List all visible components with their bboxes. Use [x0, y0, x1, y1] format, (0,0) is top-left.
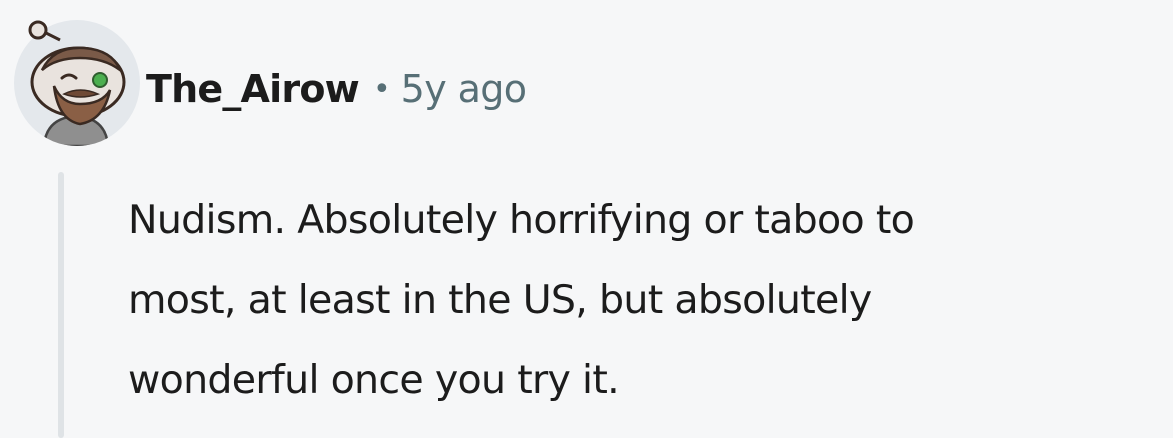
comment-thread-line[interactable] — [58, 172, 64, 438]
meta-separator: • — [372, 71, 391, 107]
snoo-avatar-icon — [14, 20, 140, 146]
comment-timestamp[interactable]: 5y ago — [401, 67, 527, 111]
comment-header: The_Airow • 5y ago — [146, 63, 527, 115]
user-avatar[interactable] — [14, 20, 140, 146]
author-username[interactable]: The_Airow — [146, 67, 360, 111]
comment-body: Nudism. Absolutely horrifying or taboo t… — [128, 197, 915, 403]
